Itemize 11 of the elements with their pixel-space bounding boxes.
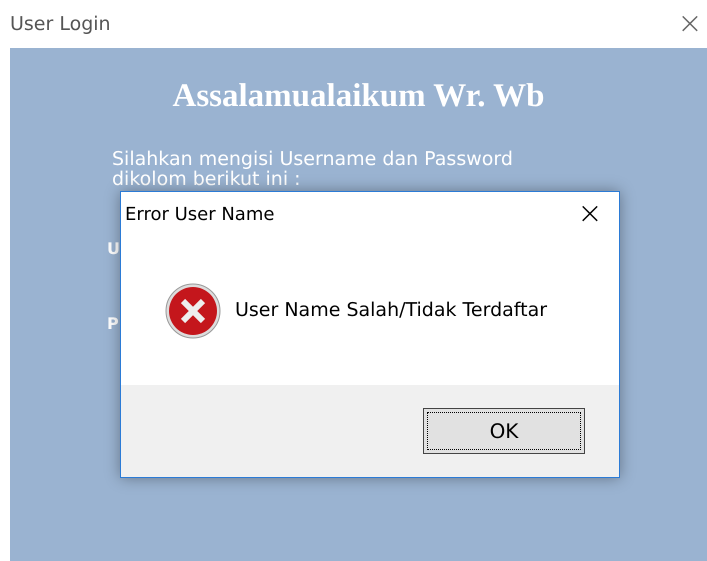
dialog-title: Error User Name [125, 202, 274, 226]
field-label: P [107, 314, 120, 334]
instruction-text: Silahkan mengisi Username dan Password dikolom berikut ini : [112, 149, 514, 189]
error-message: User Name Salah/Tidak Terdaftar [235, 298, 548, 324]
ok-button[interactable]: OK [423, 408, 585, 454]
close-button[interactable]: × [577, 199, 603, 229]
greeting-heading: Assalamualaikum Wr. Wb [172, 77, 546, 113]
close-button[interactable]: × [677, 4, 703, 44]
window-title: User Login [10, 12, 111, 37]
field-label: U [107, 239, 121, 259]
error-icon [165, 282, 221, 338]
